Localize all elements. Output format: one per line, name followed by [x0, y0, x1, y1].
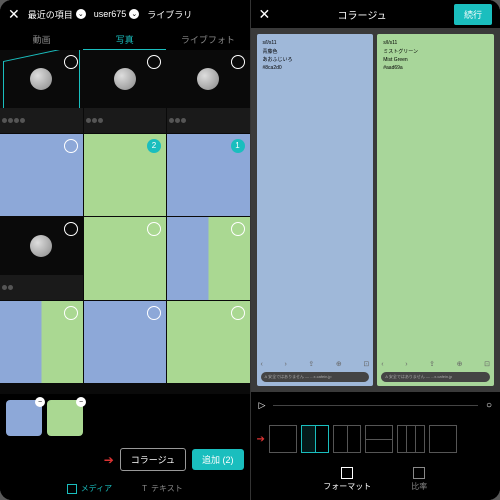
- select-circle[interactable]: [64, 222, 78, 236]
- add-button[interactable]: 追加 (2): [192, 449, 244, 470]
- tab-format[interactable]: フォーマット: [323, 467, 371, 492]
- select-circle[interactable]: [147, 55, 161, 69]
- arrow-icon: ➔: [257, 434, 265, 445]
- layout-2row[interactable]: [365, 425, 393, 453]
- left-header: ✕ 最近の項目⌄ user675⌄ ライブラリ: [0, 0, 250, 28]
- photo-item[interactable]: [0, 217, 83, 300]
- collage-button[interactable]: コラージュ: [120, 448, 186, 471]
- photo-item[interactable]: [84, 301, 167, 384]
- media-icon: [67, 484, 77, 494]
- photo-item[interactable]: [167, 217, 250, 300]
- page-title: コラージュ: [278, 7, 446, 22]
- library-link[interactable]: ライブラリ: [147, 8, 192, 21]
- user-dropdown[interactable]: user675⌄: [94, 9, 140, 19]
- photo-item[interactable]: [167, 50, 250, 133]
- url-bar: A 安全ではありません — ...x.cafein.jp: [261, 372, 370, 382]
- close-icon[interactable]: ✕: [8, 6, 20, 23]
- layout-2col-alt[interactable]: [333, 425, 361, 453]
- photo-grid: 2 1: [0, 50, 250, 394]
- tab-ratio[interactable]: 比率: [411, 467, 427, 492]
- remove-icon[interactable]: −: [76, 397, 86, 407]
- select-circle[interactable]: [147, 222, 161, 236]
- collage-preview: s/l/s11 青藤色 あおふじいろ #8ca2d0 ‹›⇪⊕⊡ A 安全ではあ…: [251, 28, 500, 392]
- photo-item[interactable]: [167, 301, 250, 384]
- recent-dropdown[interactable]: 最近の項目⌄: [28, 8, 86, 21]
- select-circle[interactable]: [64, 306, 78, 320]
- bottom-tabs: フォーマット 比率: [251, 459, 500, 500]
- text-icon: T: [142, 484, 147, 493]
- nav-media[interactable]: メディア: [67, 483, 112, 494]
- selection-badge: 1: [231, 139, 245, 153]
- photo-item[interactable]: 1: [167, 134, 250, 217]
- chevron-down-icon: ⌄: [129, 9, 139, 19]
- preview-card-green[interactable]: s/l/s11 ミストグリーン Mist Green #aad69a ‹›⇪⊕⊡…: [377, 34, 494, 386]
- select-circle[interactable]: [64, 139, 78, 153]
- media-tabs: 動画 写真 ライブフォト: [0, 28, 250, 50]
- select-circle[interactable]: [231, 306, 245, 320]
- selected-thumbs: − −: [0, 394, 250, 442]
- format-icon: [341, 467, 353, 479]
- right-header: ✕ コラージュ 続行: [251, 0, 500, 28]
- preview-card-blue[interactable]: s/l/s11 青藤色 あおふじいろ #8ca2d0 ‹›⇪⊕⊡ A 安全ではあ…: [257, 34, 374, 386]
- photo-item[interactable]: [84, 217, 167, 300]
- photo-item[interactable]: [0, 134, 83, 217]
- thumb-item[interactable]: −: [6, 400, 42, 436]
- continue-button[interactable]: 続行: [454, 4, 492, 25]
- layout-options: ➔: [251, 419, 500, 459]
- arrow-icon: ➔: [104, 453, 114, 467]
- select-circle[interactable]: [147, 306, 161, 320]
- thumb-item[interactable]: −: [47, 400, 83, 436]
- timeline[interactable]: [273, 405, 478, 406]
- layout-single[interactable]: [269, 425, 297, 453]
- play-icon[interactable]: ▷: [259, 400, 266, 411]
- chevron-down-icon: ⌄: [76, 9, 86, 19]
- tab-photo[interactable]: 写真: [83, 28, 166, 50]
- layout-more[interactable]: [429, 425, 457, 453]
- url-bar: A 安全ではありません — ...x.cafein.jp: [381, 372, 490, 382]
- photo-item[interactable]: 2: [84, 134, 167, 217]
- ratio-icon: [413, 467, 425, 479]
- select-circle[interactable]: [64, 55, 78, 69]
- close-icon[interactable]: ✕: [259, 6, 271, 23]
- remove-icon[interactable]: −: [35, 397, 45, 407]
- player-bar: ▷ ○: [251, 392, 500, 419]
- select-circle[interactable]: [231, 222, 245, 236]
- nav-text[interactable]: Tテキスト: [142, 483, 183, 494]
- loop-icon[interactable]: ○: [486, 400, 492, 411]
- select-circle[interactable]: [231, 55, 245, 69]
- action-bar: ➔ コラージュ 追加 (2): [0, 442, 250, 477]
- tab-livephoto[interactable]: ライブフォト: [166, 28, 249, 50]
- layout-3col[interactable]: [397, 425, 425, 453]
- photo-item[interactable]: [0, 50, 83, 133]
- photo-item[interactable]: [84, 50, 167, 133]
- layout-2col[interactable]: [301, 425, 329, 453]
- tab-video[interactable]: 動画: [0, 28, 83, 50]
- selection-badge: 2: [147, 139, 161, 153]
- photo-item[interactable]: [0, 301, 83, 384]
- bottom-nav: メディア Tテキスト: [0, 477, 250, 500]
